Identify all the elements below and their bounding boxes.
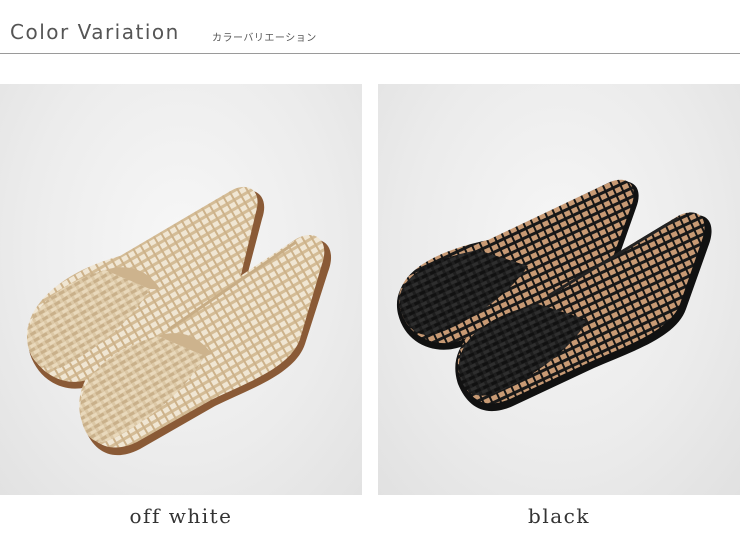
product-image-off-white <box>0 84 362 495</box>
variant-label-off-white: off white <box>129 504 233 528</box>
page-subtitle: カラーバリエーション <box>212 33 317 44</box>
page-title: Color Variation <box>10 20 180 44</box>
header-divider <box>0 53 740 54</box>
section-header: Color Variation カラーバリエーション <box>0 0 740 56</box>
product-image-black <box>378 84 740 495</box>
variant-label-black: black <box>528 504 590 528</box>
